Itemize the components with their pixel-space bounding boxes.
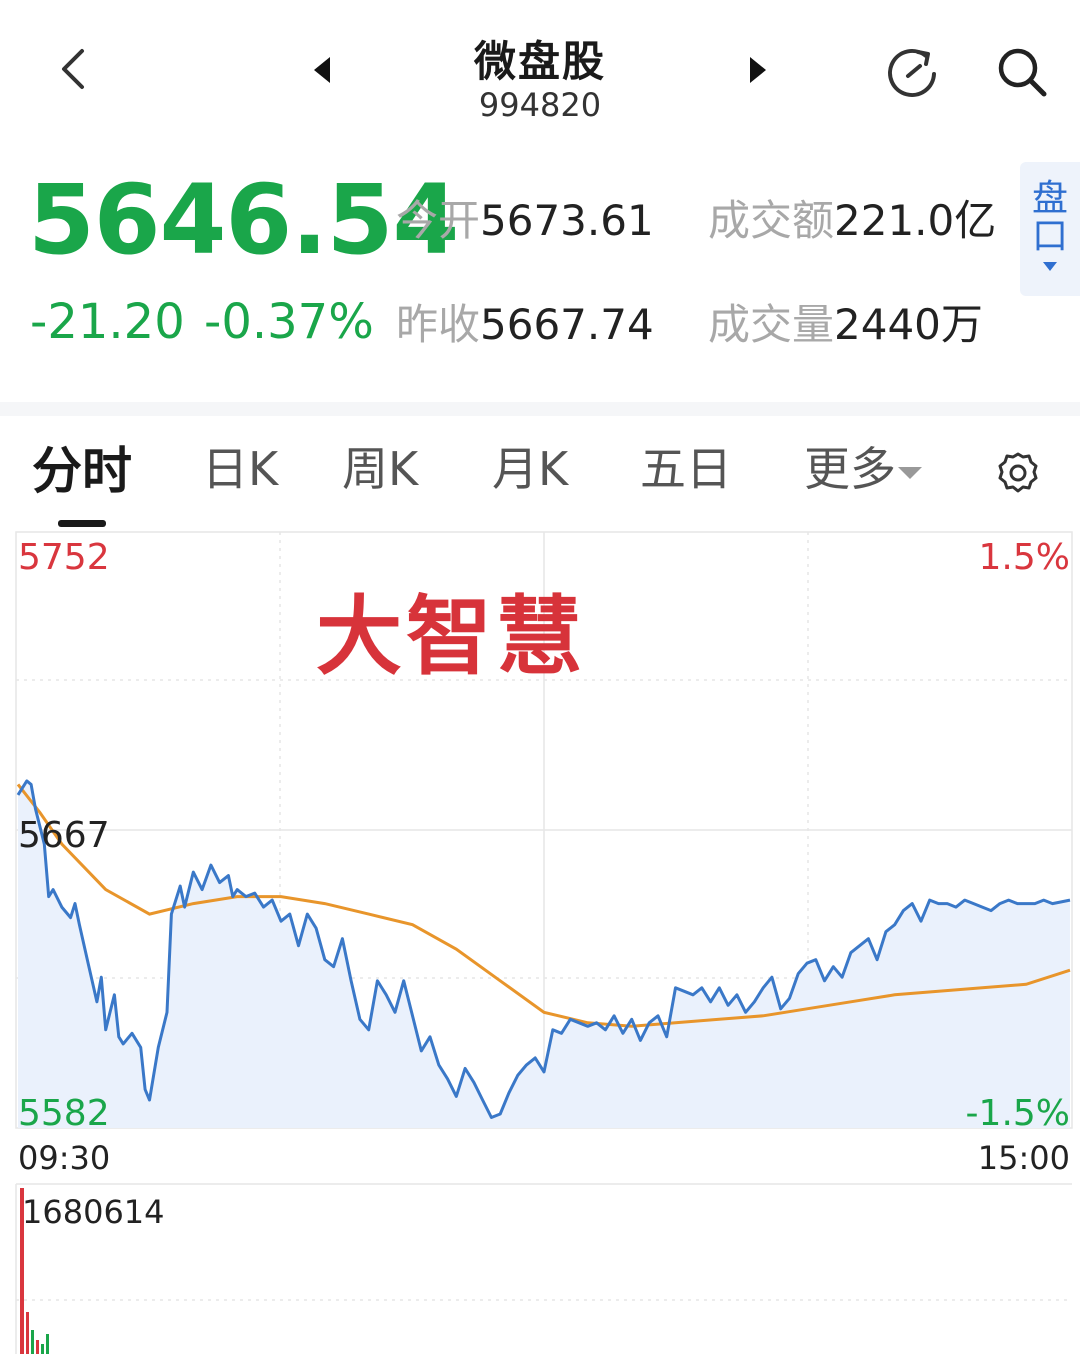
volume-bar [46, 1334, 49, 1354]
tab-five-day[interactable]: 五日 [640, 444, 732, 495]
page-title: 微盘股 [473, 37, 606, 86]
triangle-right-icon [750, 57, 766, 83]
volume-label: 成交量 [708, 300, 835, 349]
turnover: 成交额221.0亿 [708, 200, 996, 242]
search-button[interactable] [990, 40, 1054, 104]
volume-bar [41, 1344, 44, 1354]
next-stock-button[interactable] [738, 50, 778, 90]
stock-code: 994820 [478, 86, 602, 124]
volume-max-label: 1680614 [22, 1193, 165, 1231]
price-change-percent: -0.37% [204, 294, 374, 350]
open-label: 今开 [396, 196, 481, 245]
prev-close-value: 5667.74 [480, 300, 654, 349]
prev-close: 昨收5667.74 [396, 304, 654, 346]
search-icon [998, 48, 1047, 97]
tab-intraday[interactable]: 分时 [32, 444, 132, 499]
caret-down-icon [898, 466, 922, 479]
volume-value: 2440万 [834, 300, 983, 349]
open-price: 今开5673.61 [396, 200, 654, 242]
tab-weekly-k[interactable]: 周K [342, 444, 418, 495]
turnover-value: 221.0亿 [834, 196, 997, 245]
time-start-label: 09:30 [18, 1139, 111, 1177]
volume-bar [36, 1340, 39, 1354]
refresh-icon [888, 48, 936, 97]
y-axis-min-label: 5582 [18, 1093, 110, 1134]
volume-bar [26, 1312, 29, 1354]
tab-monthly-k[interactable]: 月K [492, 444, 568, 495]
chart-settings-button[interactable] [992, 448, 1044, 500]
triangle-left-icon [314, 57, 330, 83]
turnover-label: 成交额 [708, 196, 835, 245]
section-divider [0, 402, 1080, 416]
prev-close-label: 昨收 [396, 300, 481, 349]
volume: 成交量2440万 [708, 304, 983, 346]
y-axis-max-label: 5752 [18, 537, 110, 578]
open-value: 5673.61 [480, 196, 654, 245]
pankou-label-1: 盘 [1031, 178, 1068, 219]
refresh-button[interactable] [880, 40, 944, 104]
pct-axis-min-label: -1.5% [965, 1093, 1070, 1134]
price-change: -21.20 [30, 294, 185, 350]
tab-more[interactable]: 更多 [804, 444, 922, 495]
prev-stock-button[interactable] [302, 50, 342, 90]
time-end-label: 15:00 [977, 1139, 1070, 1177]
pankou-toggle-button[interactable]: 盘 口 [1020, 162, 1080, 296]
pankou-label-2: 口 [1031, 216, 1068, 257]
pct-axis-max-label: 1.5% [978, 537, 1070, 578]
volume-bar [31, 1330, 34, 1354]
caret-down-icon [1043, 262, 1057, 271]
tab-more-label: 更多 [804, 442, 896, 496]
overlay-brand-text: 大智慧 [316, 587, 586, 687]
active-tab-indicator [58, 520, 106, 527]
back-button[interactable] [48, 44, 98, 94]
y-axis-mid-label: 5667 [18, 815, 110, 856]
tab-daily-k[interactable]: 日K [202, 444, 278, 495]
gear-icon [998, 452, 1038, 493]
current-price: 5646.54 [28, 164, 459, 276]
chevron-left-icon [62, 49, 84, 89]
